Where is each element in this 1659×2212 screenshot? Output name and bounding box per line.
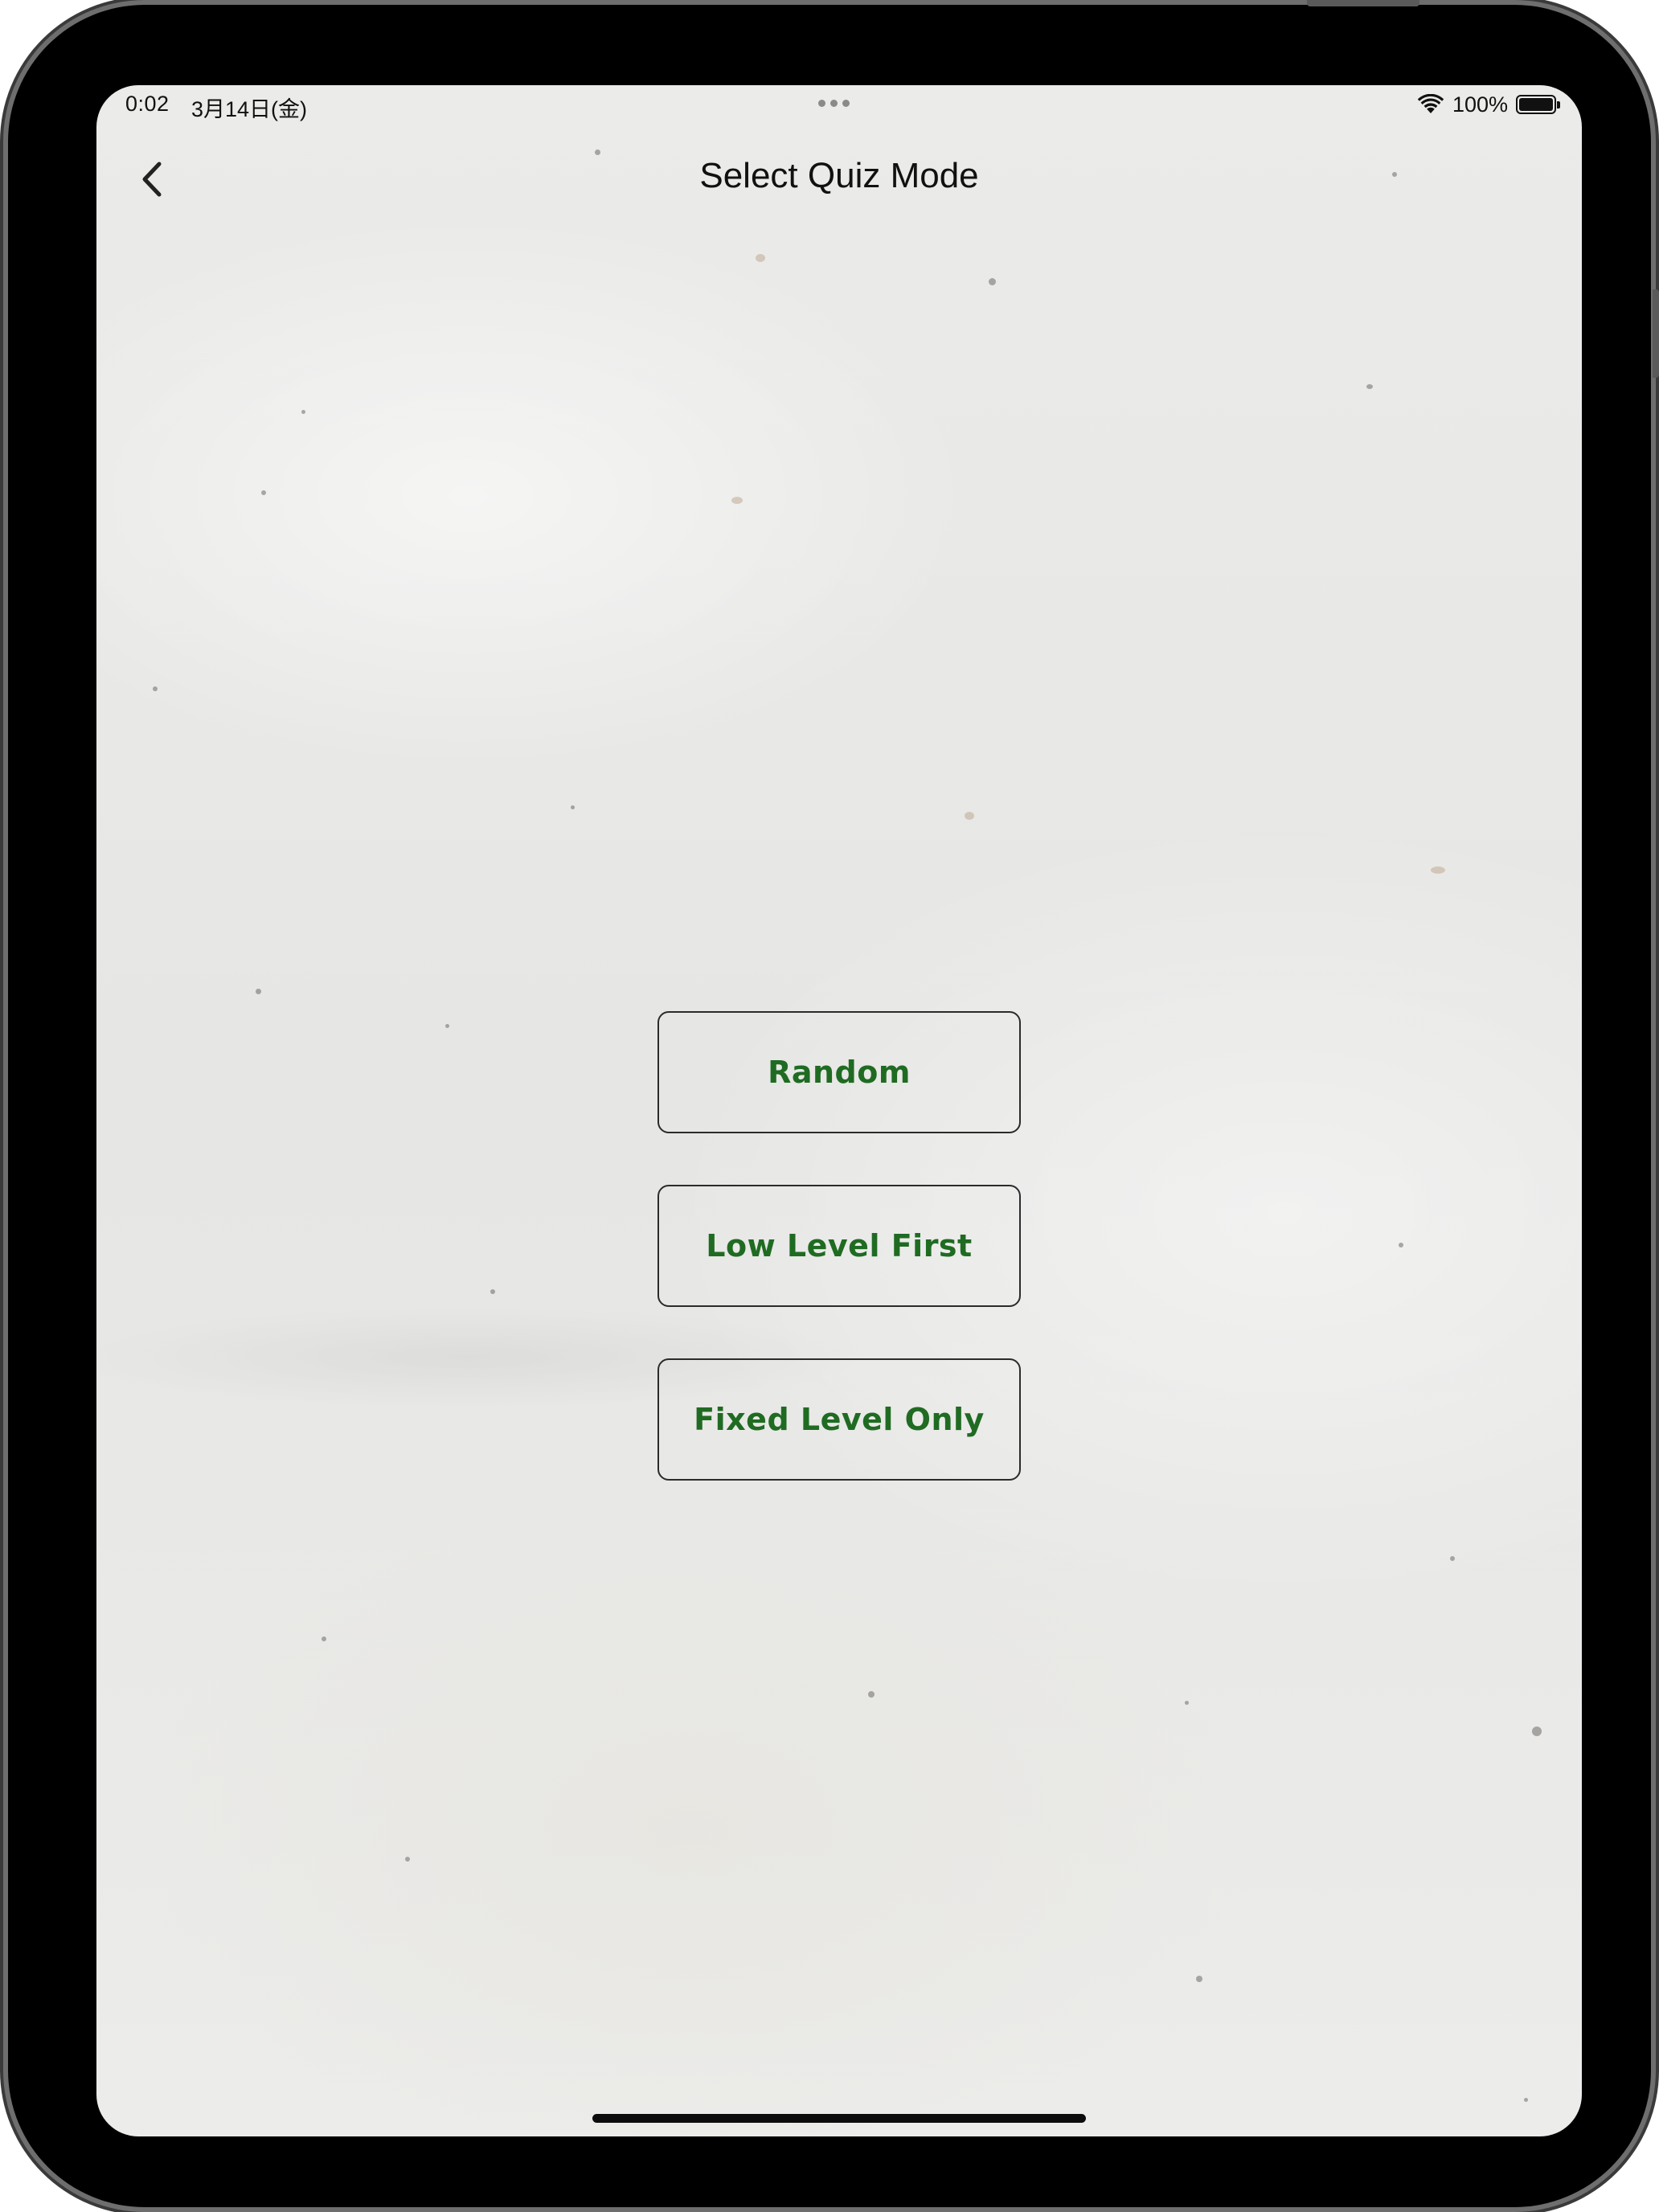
top-hardware-button [1307,0,1419,6]
device-frame: 0:02 3月14日(金) 100% Select Quiz Mode Rand… [8,5,1651,2207]
battery-icon [1516,95,1560,114]
side-hardware-button [1653,289,1659,378]
random-mode-button[interactable]: Random [657,1011,1021,1133]
wifi-icon [1417,94,1444,113]
status-time: 0:02 [125,92,170,116]
quiz-mode-list: Random Low Level First Fixed Level Only [657,1011,1021,1532]
status-date: 3月14日(金) [191,97,308,121]
status-right-group: 100% [1417,92,1560,117]
home-indicator[interactable] [592,2114,1086,2123]
status-bar: 0:02 3月14日(金) 100% [96,85,1582,130]
navigation-bar: Select Quiz Mode [96,141,1582,222]
battery-percentage: 100% [1452,92,1508,117]
fixed-level-only-button[interactable]: Fixed Level Only [657,1358,1021,1481]
app-screen: 0:02 3月14日(金) 100% Select Quiz Mode Rand… [96,85,1582,2136]
multitasking-dots-icon[interactable] [818,100,850,107]
page-title: Select Quiz Mode [699,156,979,195]
low-level-first-button[interactable]: Low Level First [657,1185,1021,1307]
